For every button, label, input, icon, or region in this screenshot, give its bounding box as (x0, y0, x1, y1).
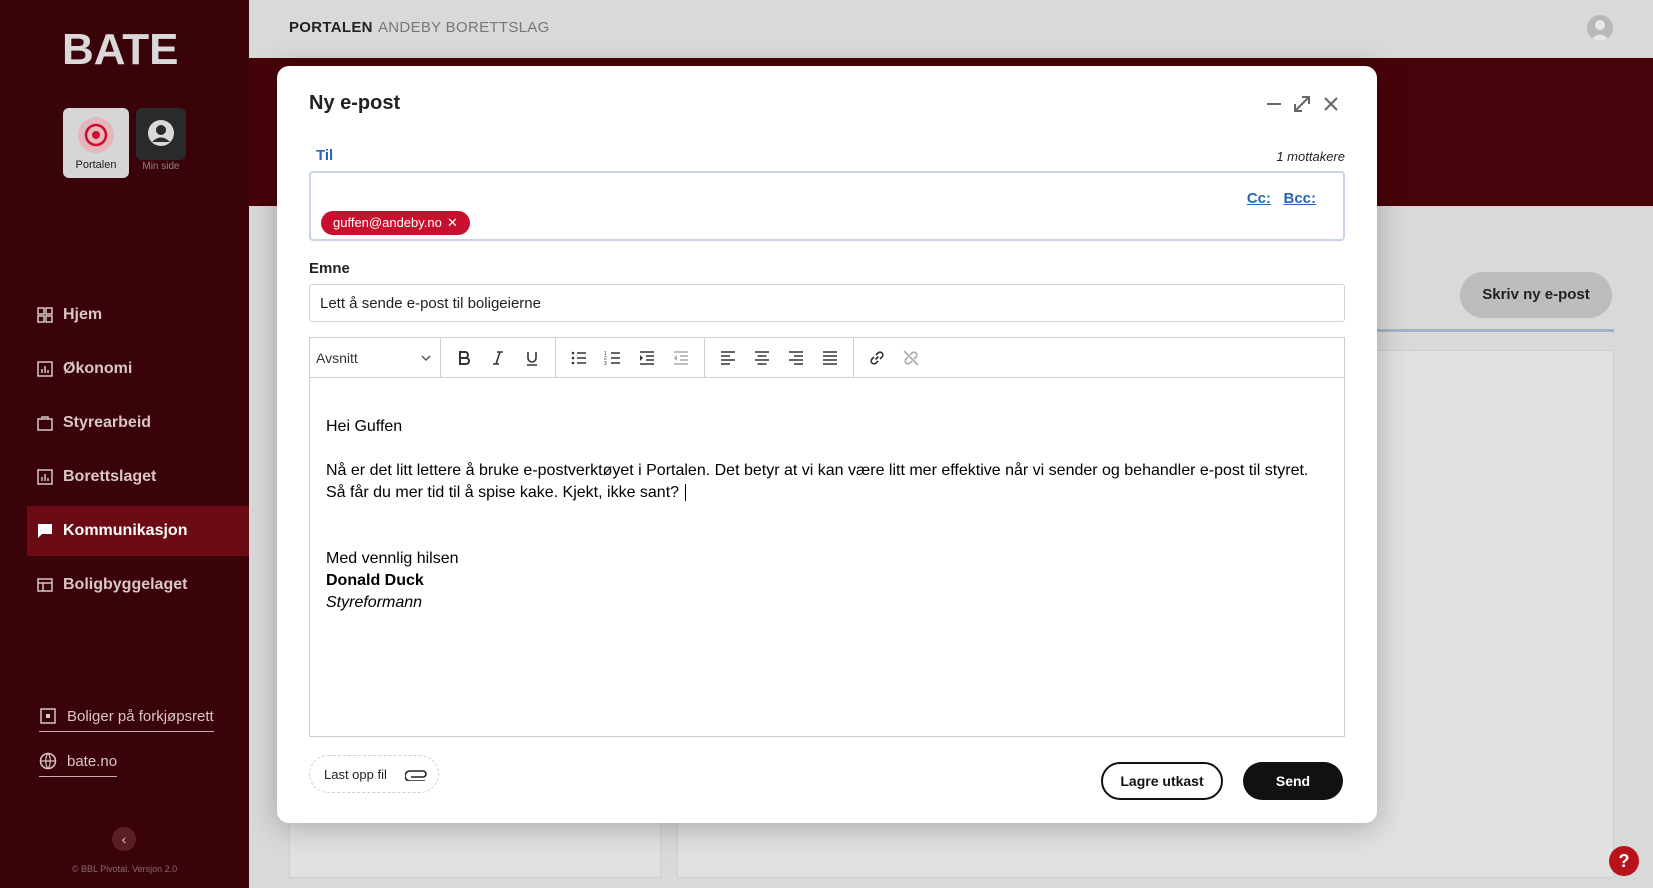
align-center-icon[interactable] (745, 341, 779, 375)
signature-name: Donald Duck (326, 572, 424, 589)
italic-icon[interactable] (481, 341, 515, 375)
copyright: © BBL Pivotal. Versjon 2.0 (71, 864, 178, 874)
house-icon (40, 708, 56, 724)
rich-text-editor[interactable]: Avsnitt 123 Hei Guffen Nå er det litt le… (309, 337, 1345, 737)
nav-item-okonomi[interactable]: Økonomi (27, 344, 249, 394)
nav-label: Økonomi (63, 360, 133, 377)
unlink-icon[interactable] (894, 341, 928, 375)
subject-input[interactable] (309, 284, 1345, 322)
upload-file-button[interactable]: Last opp fil (309, 755, 439, 793)
body-line-1: Nå er det litt lettere å bruke e-postver… (326, 462, 1309, 479)
format-select[interactable]: Avsnitt (310, 350, 440, 366)
align-justify-icon[interactable] (813, 341, 847, 375)
sidebar: BATE Portalen Min side Hjem Økonomi Styr… (0, 0, 249, 888)
nav-item-boligbyggelaget[interactable]: Boligbyggelaget (27, 560, 249, 610)
align-right-icon[interactable] (779, 341, 813, 375)
nav-item-styrearbeid[interactable]: Styrearbeid (27, 398, 249, 448)
indent-icon[interactable] (630, 341, 664, 375)
recipient-email: guffen@andeby.no (333, 215, 442, 230)
nav-label: Kommunikasjon (63, 522, 188, 539)
chart-icon (37, 469, 53, 485)
main-nav: Hjem Økonomi Styrearbeid Borettslaget Ko… (27, 290, 249, 614)
nav-label: Boligbyggelaget (63, 576, 188, 593)
remove-recipient-icon[interactable]: ✕ (447, 211, 458, 235)
svg-text:BATE: BATE (62, 26, 179, 70)
bate-logo: BATE (62, 26, 179, 70)
link-boliger-forkjopsrett[interactable]: Boliger på forkjøpsrett (39, 707, 214, 732)
nav-item-hjem[interactable]: Hjem (27, 290, 249, 340)
breadcrumb-borettslag[interactable]: ANDEBY BORETTSLAG (378, 19, 550, 36)
nav-item-borettslaget[interactable]: Borettslaget (27, 452, 249, 502)
nav-label: Hjem (63, 306, 103, 323)
align-left-icon[interactable] (711, 341, 745, 375)
briefcase-icon (37, 416, 53, 431)
recipient-count: 1 mottakere (1276, 149, 1345, 164)
body-line-2-wrap: Så får du mer tid til å spise kake. Kjek… (326, 482, 1328, 504)
close-icon[interactable] (1320, 93, 1342, 115)
chat-icon (38, 524, 52, 538)
building-icon (37, 578, 53, 592)
body-closing: Med vennlig hilsen (326, 550, 459, 567)
expand-icon[interactable] (1291, 93, 1313, 115)
app-min-side[interactable] (136, 108, 186, 160)
breadcrumb-portalen[interactable]: PORTALEN (289, 19, 373, 36)
app-min-side-label: Min side (142, 161, 180, 172)
nav-label: Borettslaget (63, 468, 157, 485)
avatar[interactable] (1587, 15, 1613, 41)
cc-link[interactable]: Cc: (1247, 190, 1271, 207)
to-label: Til (316, 147, 334, 164)
app-portalen-label: Portalen (75, 159, 117, 171)
top-header: PORTALEN ANDEBY BORETTSLAG (249, 0, 1653, 58)
bullet-list-icon[interactable] (562, 341, 596, 375)
body-greeting: Hei Guffen (326, 418, 403, 435)
chevron-left-icon[interactable]: ‹ (112, 827, 136, 851)
portal-icon (78, 117, 114, 153)
signature-title: Styreformann (326, 594, 423, 611)
link-icon[interactable] (860, 341, 894, 375)
link-label: bate.no (67, 752, 118, 770)
left-panel (289, 818, 661, 878)
underline-icon[interactable] (515, 341, 549, 375)
new-email-modal: Ny e-post Til 1 mottakere Cc: Bcc: guffe… (277, 66, 1377, 823)
user-circle-icon (146, 118, 176, 148)
minimize-icon[interactable] (1263, 93, 1285, 115)
recipients-field[interactable]: Cc: Bcc: guffen@andeby.no ✕ (309, 171, 1345, 241)
recipient-chip: guffen@andeby.no ✕ (321, 211, 470, 235)
globe-icon (39, 752, 57, 770)
upload-label: Last opp fil (324, 766, 387, 782)
svg-text:3: 3 (604, 361, 607, 367)
help-button[interactable]: ? (1609, 846, 1639, 876)
link-bate-no[interactable]: bate.no (39, 752, 118, 777)
bold-icon[interactable] (447, 341, 481, 375)
write-email-button[interactable]: Skriv ny e-post (1460, 272, 1612, 318)
text-cursor (685, 484, 691, 501)
modal-title: Ny e-post (309, 92, 401, 114)
link-label: Boliger på forkjøpsrett (67, 707, 214, 725)
editor-content[interactable]: Hei Guffen Nå er det litt lettere å bruk… (310, 378, 1344, 614)
format-select-value: Avsnitt (316, 349, 358, 366)
chevron-down-icon (421, 354, 431, 361)
subject-label: Emne (309, 260, 350, 277)
nav-label: Styrearbeid (63, 414, 152, 431)
paperclip-icon (404, 770, 427, 781)
save-draft-button[interactable]: Lagre utkast (1101, 762, 1223, 800)
bcc-link[interactable]: Bcc: (1283, 190, 1316, 207)
grid-icon (37, 307, 53, 323)
outdent-icon[interactable] (664, 341, 698, 375)
app-portalen[interactable]: Portalen (63, 108, 129, 178)
body-line-2: Så får du mer tid til å spise kake. Kjek… (326, 484, 680, 501)
tab-indicator (1370, 329, 1614, 332)
editor-toolbar: Avsnitt 123 (310, 338, 1344, 378)
send-button[interactable]: Send (1243, 762, 1343, 800)
numbered-list-icon[interactable]: 123 (596, 341, 630, 375)
chart-icon (37, 361, 53, 377)
nav-item-kommunikasjon[interactable]: Kommunikasjon (27, 506, 249, 556)
